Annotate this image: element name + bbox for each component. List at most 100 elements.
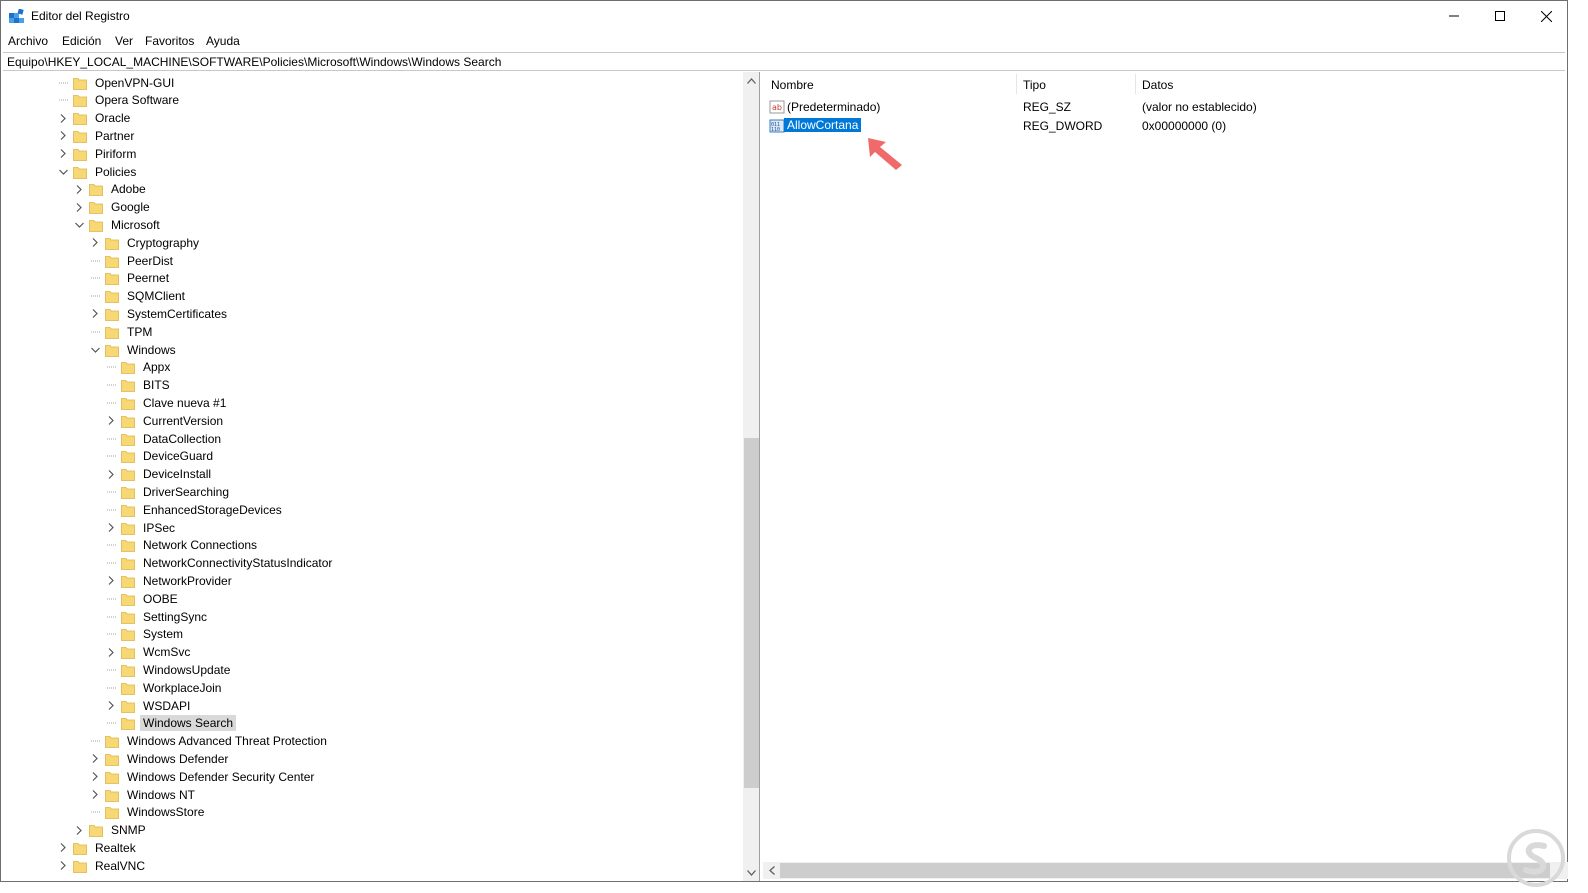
scroll-down-button[interactable] [743, 864, 759, 881]
scroll-thumb[interactable] [744, 438, 759, 788]
tree-item[interactable]: NetworkConnectivityStatusIndicator [105, 555, 335, 572]
column-header-type[interactable]: Tipo [1023, 78, 1046, 92]
maximize-button[interactable] [1477, 1, 1523, 31]
chevron-right-icon[interactable] [105, 468, 117, 480]
tree-item[interactable]: BITS [105, 377, 173, 394]
tree-item[interactable]: NetworkProvider [105, 572, 235, 589]
tree-item[interactable]: TPM [89, 323, 155, 340]
menu-archivo[interactable]: Archivo [8, 34, 48, 48]
tree-item[interactable]: EnhancedStorageDevices [105, 501, 285, 518]
tree-item[interactable]: Oracle [57, 110, 133, 127]
tree-item[interactable]: PeerDist [89, 252, 176, 269]
chevron-down-icon[interactable] [57, 166, 69, 178]
chevron-right-icon[interactable] [73, 201, 85, 213]
tree-item[interactable]: SystemCertificates [89, 305, 230, 322]
menu-ayuda[interactable]: Ayuda [206, 34, 240, 48]
tree-item[interactable]: DriverSearching [105, 483, 232, 500]
tree-item-label: SNMP [111, 823, 146, 838]
chevron-right-icon[interactable] [89, 771, 101, 783]
minimize-button[interactable] [1431, 1, 1477, 31]
tree-item[interactable]: Partner [57, 127, 137, 144]
tree-item[interactable]: WorkplaceJoin [105, 679, 224, 696]
tree-item[interactable]: WindowsStore [89, 804, 207, 821]
tree-item[interactable]: Peernet [89, 270, 172, 287]
tree-item[interactable]: Opera Software [57, 92, 182, 109]
chevron-right-icon[interactable] [105, 700, 117, 712]
tree-item[interactable]: Adobe [73, 181, 149, 198]
tree-item[interactable]: WindowsUpdate [105, 661, 233, 678]
tree-item[interactable]: System [105, 626, 186, 643]
tree-item[interactable]: DataCollection [105, 430, 224, 447]
tree-item[interactable]: Windows [89, 341, 179, 358]
horizontal-scroll-thumb[interactable] [780, 863, 1550, 878]
chevron-right-icon[interactable] [105, 522, 117, 534]
tree-item[interactable]: Network Connections [105, 537, 260, 554]
menu-edicion[interactable]: Edición [62, 34, 101, 48]
column-divider[interactable] [1016, 74, 1017, 94]
chevron-right-icon[interactable] [89, 308, 101, 320]
folder-icon [105, 289, 119, 303]
tree-item[interactable]: Microsoft [73, 216, 163, 233]
tree-item[interactable]: IPSec [105, 519, 178, 536]
tree-item[interactable]: WSDAPI [105, 697, 193, 714]
scroll-up-button[interactable] [743, 72, 759, 89]
tree-item[interactable]: SQMClient [89, 288, 188, 305]
chevron-right-icon[interactable] [105, 415, 117, 427]
column-divider[interactable] [1135, 74, 1136, 94]
chevron-down-icon[interactable] [73, 219, 85, 231]
menu-ver[interactable]: Ver [115, 34, 133, 48]
tree-item[interactable]: Google [73, 199, 153, 216]
tree-item[interactable]: WcmSvc [105, 644, 193, 661]
chevron-right-icon[interactable] [57, 112, 69, 124]
chevron-up-icon [747, 77, 756, 84]
chevron-right-icon[interactable] [57, 860, 69, 872]
tree-vertical-scrollbar[interactable] [743, 72, 759, 881]
tree-item[interactable]: Appx [105, 359, 173, 376]
menu-favoritos[interactable]: Favoritos [145, 34, 194, 48]
chevron-right-icon[interactable] [105, 575, 117, 587]
tree-item[interactable]: SNMP [73, 822, 149, 839]
tree-item-selected[interactable]: Windows Search [105, 715, 237, 732]
chevron-down-icon[interactable] [89, 344, 101, 356]
tree-item-label: Windows [127, 342, 176, 357]
tree-item[interactable]: CurrentVersion [105, 412, 226, 429]
tree-item[interactable]: Cryptography [89, 234, 202, 251]
chevron-right-icon[interactable] [105, 646, 117, 658]
tree-item[interactable]: OpenVPN-GUI [57, 74, 177, 91]
list-horizontal-scrollbar[interactable] [763, 862, 1568, 879]
tree-item[interactable]: Clave nueva #1 [105, 394, 229, 411]
close-button[interactable] [1523, 1, 1569, 31]
tree-item[interactable]: Windows NT [89, 786, 198, 803]
values-list-pane[interactable]: Nombre Tipo Datos ab (Predeterminado) RE… [763, 72, 1568, 881]
folder-icon [121, 663, 135, 677]
tree-item[interactable]: DeviceGuard [105, 448, 216, 465]
chevron-right-icon[interactable] [89, 237, 101, 249]
tree-item[interactable]: Policies [57, 163, 139, 180]
title-bar[interactable]: Editor del Registro [1, 1, 1567, 31]
selected-value-name[interactable]: AllowCortana [784, 118, 862, 132]
tree-item[interactable]: SettingSync [105, 608, 210, 625]
value-row[interactable]: ab (Predeterminado) REG_SZ (valor no est… [769, 98, 1559, 116]
chevron-right-icon[interactable] [89, 789, 101, 801]
tree-item-label: Oracle [95, 111, 131, 126]
tree-item[interactable]: Windows Defender [89, 750, 231, 767]
tree-item[interactable]: Piriform [57, 145, 139, 162]
tree-item[interactable]: OOBE [105, 590, 181, 607]
column-header-name[interactable]: Nombre [771, 78, 814, 92]
tree-item[interactable]: Realtek [57, 839, 139, 856]
key-tree-pane[interactable]: OpenVPN-GUI Opera Software Oracle Partner Pi… [3, 72, 760, 881]
tree-item[interactable]: Windows Defender Security Center [89, 768, 317, 785]
tree-item[interactable]: RealVNC [57, 857, 148, 874]
tree-item[interactable]: Windows Advanced Threat Protection [89, 733, 330, 750]
chevron-right-icon[interactable] [57, 148, 69, 160]
scroll-left-button[interactable] [763, 862, 780, 879]
value-row-selected[interactable]: 011 110 AllowCortana REG_DWORD 0x0000000… [769, 117, 1559, 135]
chevron-right-icon[interactable] [57, 130, 69, 142]
chevron-right-icon[interactable] [73, 183, 85, 195]
column-header-data[interactable]: Datos [1142, 78, 1173, 92]
chevron-right-icon[interactable] [57, 842, 69, 854]
chevron-right-icon[interactable] [73, 824, 85, 836]
address-bar[interactable]: Equipo\HKEY_LOCAL_MACHINE\SOFTWARE\Polic… [3, 52, 1565, 71]
chevron-right-icon[interactable] [89, 753, 101, 765]
tree-item[interactable]: DeviceInstall [105, 466, 214, 483]
